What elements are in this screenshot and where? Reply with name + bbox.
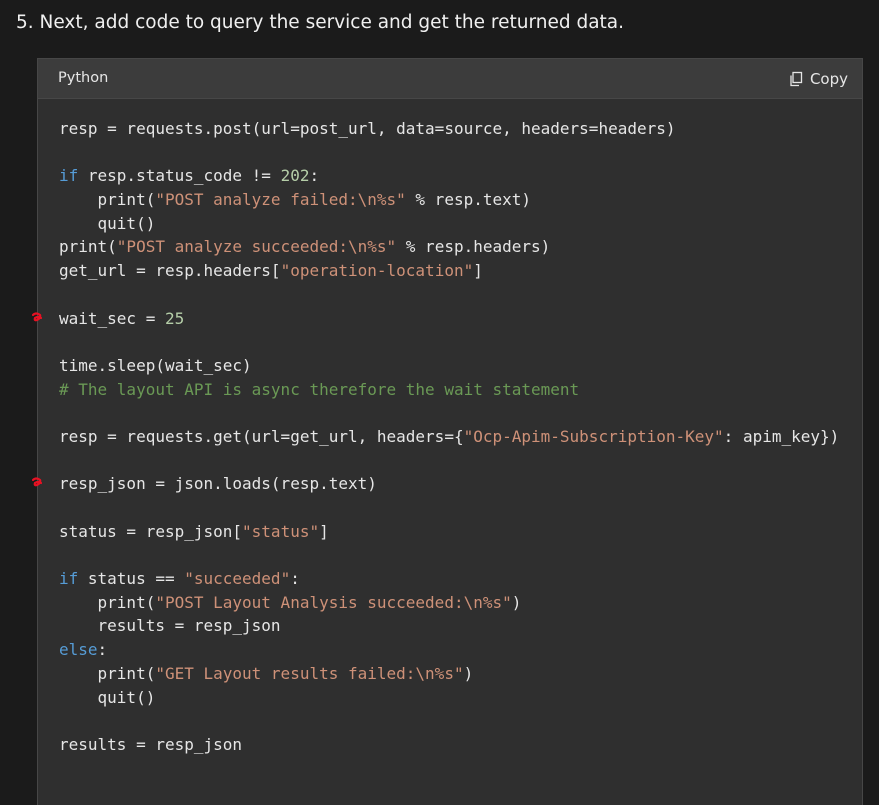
code-line: time.sleep(wait_sec) [59,354,862,378]
code-token: 25 [164,308,185,328]
code-token: "POST analyze failed:\n%s" [155,190,406,210]
code-token: "POST Layout Analysis succeeded:\n%s" [155,592,512,612]
code-block-header: Python Copy [38,59,862,99]
copy-button-label: Copy [809,70,848,88]
code-line: # The layout API is async therefore the … [59,378,862,402]
code-line: resp = requests.post(url=post_url, data=… [59,117,862,141]
code-line: results = resp_json [59,614,862,638]
code-line: resp_json = json.loads(resp.text) [32,472,862,496]
code-line: print("POST Layout Analysis succeeded:\n… [59,591,862,615]
code-line: print("POST analyze failed:\n%s" % resp.… [59,188,862,212]
code-block: Python Copy resp = requests.post(url=pos… [32,58,863,805]
code-token: "operation-location" [280,261,474,281]
code-token: print( [59,592,156,612]
code-token: quit() [59,687,156,707]
copy-button[interactable]: Copy [788,68,848,90]
red-annotation-mark-icon [32,311,42,321]
code-token: % resp.text) [405,190,532,210]
code-token: if [59,166,79,186]
code-token: "status" [242,521,320,541]
code-line: quit() [59,686,862,710]
code-token: resp = requests.post(url=post_url, data=… [59,119,676,138]
code-token: : [97,640,108,660]
code-token: results = resp_json [59,616,281,636]
code-token: resp.status_code != [78,166,281,186]
code-token: ] [473,261,483,281]
code-line: quit() [59,212,862,236]
step-heading: 5. Next, add code to query the service a… [16,12,625,33]
code-token: else [59,640,98,660]
code-line: resp = requests.get(url=get_url, headers… [59,425,862,449]
code-token: "POST analyze succeeded:\n%s" [116,237,397,257]
code-line: else: [59,638,862,662]
code-token: resp_json = json.loads(resp.text) [59,474,377,494]
code-token: "GET Layout results failed:\n%s" [155,663,464,683]
code-token: print( [59,237,117,257]
code-line: wait_sec = 25 [32,307,862,331]
code-line: status = resp_json["status"] [59,520,862,544]
code-line: print("GET Layout results failed:\n%s") [59,662,862,686]
code-token: : [290,569,300,589]
red-annotation-mark-icon [32,477,42,487]
code-token: # The layout API is async therefore the … [59,379,580,399]
code-token: time.sleep(wait_sec) [59,355,252,375]
code-token: status = resp_json[ [59,521,243,541]
code-token: quit() [59,213,156,233]
code-token: % resp.headers) [396,237,551,257]
code-token: "Ocp-Apim-Subscription-Key" [463,426,724,446]
code-token: print( [59,663,156,683]
copy-icon [788,71,804,87]
code-token: ) [511,592,522,612]
code-token: : [309,166,320,186]
code-token: ] [319,521,329,541]
code-line: get_url = resp.headers["operation-locati… [59,259,862,283]
code-line: results = resp_json [59,733,862,757]
code-token: 202 [280,166,310,186]
code-token: resp = requests.get(url=get_url, headers… [59,426,464,446]
code-line: print("POST analyze succeeded:\n%s" % re… [59,235,862,259]
code-token: print( [59,190,156,210]
code-token: status == [78,569,185,589]
code-token: : apim_key}) [723,426,840,446]
code-line: if status == "succeeded": [59,567,862,591]
code-line: if resp.status_code != 202: [59,164,862,188]
code-content[interactable]: resp = requests.post(url=post_url, data=… [32,117,862,757]
code-language-label: Python [58,70,109,86]
code-token: ) [463,663,474,683]
code-token: wait_sec = [59,308,165,328]
code-token: get_url = resp.headers[ [59,261,281,281]
code-token: if [59,569,79,589]
code-token: "succeeded" [184,569,291,589]
code-token: results = resp_json [59,734,243,754]
